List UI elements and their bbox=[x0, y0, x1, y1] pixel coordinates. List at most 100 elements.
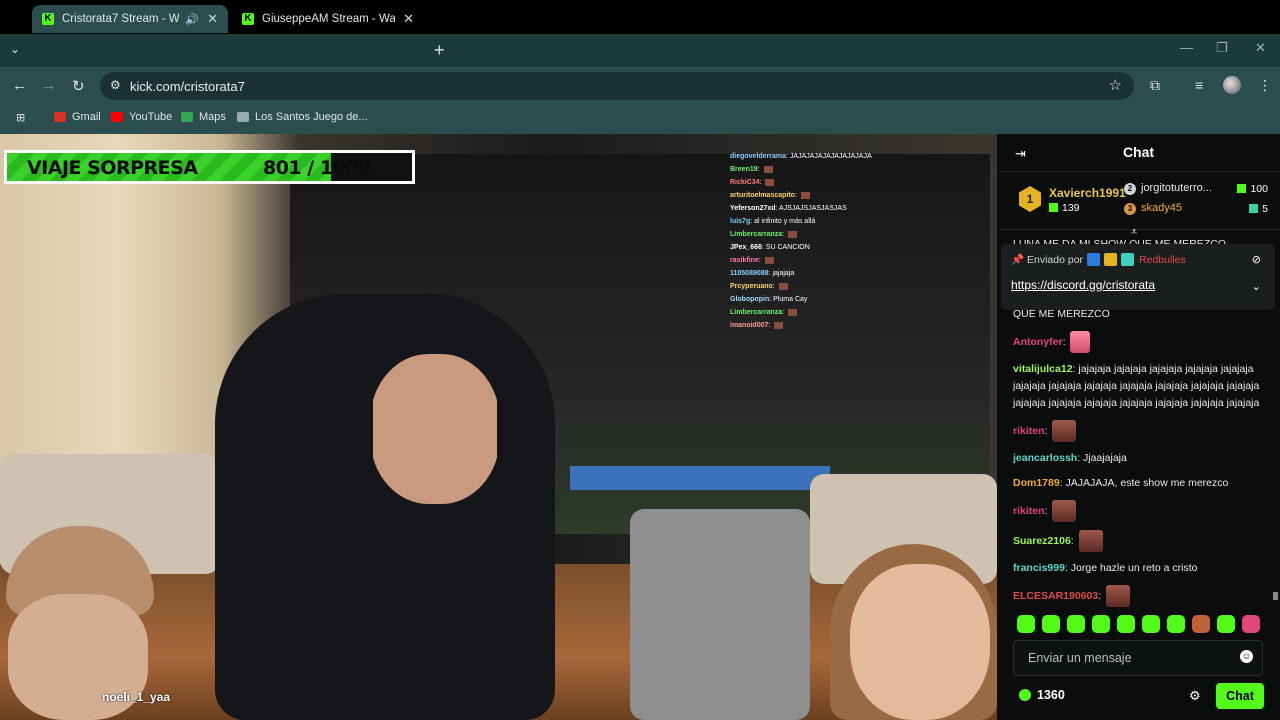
speaker-icon[interactable]: 🔊 bbox=[185, 13, 199, 26]
donation-goal-bar: VIAJE SORPRESA 801 / 1000 bbox=[4, 150, 415, 184]
chat-text: Jorge hazle un reto a cristo bbox=[1070, 562, 1198, 574]
quick-emote-icon[interactable] bbox=[1142, 615, 1160, 633]
site-info-icon[interactable]: ⚙ bbox=[110, 78, 121, 92]
quick-emote-icon[interactable] bbox=[1042, 615, 1060, 633]
chat-input-box[interactable]: ☺ bbox=[1013, 640, 1263, 676]
chat-separator: : bbox=[1070, 534, 1077, 547]
quick-emote-icon[interactable] bbox=[1092, 615, 1110, 633]
leaderboard-first-value: 139 bbox=[1049, 202, 1080, 214]
bookmark-los-santos[interactable]: Los Santos Juego de... bbox=[237, 111, 368, 123]
quick-emote-icon[interactable] bbox=[1067, 615, 1085, 633]
chat-username[interactable]: rikiten bbox=[1013, 505, 1045, 517]
emote-icon bbox=[788, 230, 798, 238]
chat-header: ⇥ Chat bbox=[997, 134, 1280, 172]
minimize-icon[interactable]: — bbox=[1180, 40, 1193, 55]
chat-username[interactable]: rikiten bbox=[1013, 425, 1045, 437]
tab-cristorata7[interactable]: K Cristorata7 Stream - Watch 🔊 ✕ bbox=[32, 5, 228, 33]
overlay-chat-text: jajajaja bbox=[772, 270, 795, 277]
tab-close-icon[interactable]: ✕ bbox=[403, 11, 414, 27]
chat-message: QUE ME MEREZCO bbox=[1013, 306, 1267, 323]
pinned-message[interactable]: 📌 Enviado por Redbulles ⊘ https://discor… bbox=[1001, 244, 1275, 310]
bookmarks-bar: ⊞ Gmail YouTube Maps Los Santos Juego de… bbox=[0, 105, 1280, 134]
chevron-down-icon[interactable]: ⌄ bbox=[1252, 280, 1261, 293]
quick-emote-icon[interactable] bbox=[1117, 615, 1135, 633]
tab-giuseppeam[interactable]: K GiuseppeAM Stream - Watch i ✕ bbox=[232, 5, 424, 33]
overlay-chat-user: diegovelderrama bbox=[730, 153, 787, 160]
extensions-icon[interactable]: ⧉ bbox=[1150, 77, 1160, 94]
overlay-chat-separator: : bbox=[759, 179, 764, 186]
chat-username[interactable]: vitalijulca12 bbox=[1013, 363, 1073, 375]
quick-emote-icon[interactable] bbox=[1017, 615, 1035, 633]
media-control-icon[interactable]: ≡ bbox=[1195, 77, 1203, 93]
chat-message: vitalijulca12: jajajaja jajajaja jajajaj… bbox=[1013, 361, 1267, 412]
leaderboard-third-name[interactable]: 3 skady45 bbox=[1124, 202, 1182, 215]
leaderboard-second-name[interactable]: 2 jorgitotuterro... bbox=[1124, 182, 1212, 195]
quick-emote-icon[interactable] bbox=[1167, 615, 1185, 633]
pinned-link[interactable]: https://discord.gg/cristorata bbox=[1011, 278, 1155, 292]
overlay-chat-user: 1105089088 bbox=[730, 270, 769, 277]
reload-icon[interactable]: ↻ bbox=[72, 77, 85, 95]
window-close-icon[interactable]: ✕ bbox=[1255, 40, 1266, 56]
emote-icon bbox=[774, 321, 784, 329]
gift-icon bbox=[1249, 204, 1259, 213]
bookmark-star-icon[interactable]: ☆ bbox=[1109, 76, 1122, 94]
overlay-chat-text: al infinito y más allá bbox=[754, 218, 816, 225]
channel-points[interactable]: 1360 bbox=[1019, 688, 1065, 702]
browser-menu-icon[interactable]: ⋮ bbox=[1258, 77, 1272, 94]
hide-pinned-icon[interactable]: ⊘ bbox=[1252, 253, 1261, 266]
overlay-chat-line: diegovelderrama: JAJAJAJAJAJAJAJAJAJA bbox=[730, 150, 930, 163]
chat-username[interactable]: ELCESAR190603 bbox=[1013, 590, 1098, 602]
back-icon[interactable]: ← bbox=[12, 77, 27, 94]
pin-icon: 📌 bbox=[1011, 254, 1025, 266]
chat-settings-icon[interactable]: ⚙ bbox=[1189, 688, 1201, 704]
emote-icon bbox=[778, 282, 788, 290]
chat-username[interactable]: Suarez2106 bbox=[1013, 535, 1071, 547]
chat-text: JAJAJAJA, este show me merezco bbox=[1065, 477, 1229, 489]
browser-toolbar: ← → ↻ ⚙ kick.com/cristorata7 ☆ ⧉ ≡ ⋮ bbox=[0, 67, 1280, 105]
send-chat-button[interactable]: Chat bbox=[1216, 683, 1264, 709]
emote-icon bbox=[1052, 420, 1077, 442]
chat-username[interactable]: Antonyfer bbox=[1013, 336, 1063, 348]
chat-text: QUE ME MEREZCO bbox=[1013, 308, 1110, 320]
emote-icon bbox=[765, 178, 775, 186]
emote-icon bbox=[764, 256, 774, 264]
chat-username[interactable]: Dom1789 bbox=[1013, 477, 1060, 489]
chat-username[interactable]: jeancarlossh bbox=[1013, 452, 1077, 464]
chat-text: Jjaajajaja bbox=[1083, 452, 1127, 464]
overlay-chat-user: luis7g bbox=[730, 218, 751, 225]
overlay-chat-user: Prcyperuano bbox=[730, 283, 773, 290]
stream-video-player[interactable]: VIAJE SORPRESA 801 / 1000 diegovelderram… bbox=[0, 134, 997, 720]
address-bar[interactable]: ⚙ kick.com/cristorata7 ☆ bbox=[100, 72, 1134, 100]
forward-icon[interactable]: → bbox=[41, 77, 56, 94]
tab-title: Cristorata7 Stream - Watch bbox=[62, 13, 180, 25]
chat-separator: : bbox=[1062, 335, 1069, 348]
bookmark-youtube[interactable]: YouTube bbox=[111, 111, 172, 123]
pinned-user[interactable]: Redbulles bbox=[1139, 254, 1186, 266]
overlay-chat-line: Breen19: bbox=[730, 163, 930, 176]
chat-separator: : bbox=[1098, 589, 1105, 602]
bookmark-maps[interactable]: Maps bbox=[181, 111, 226, 123]
quick-emote-icon[interactable] bbox=[1217, 615, 1235, 633]
tab-close-icon[interactable]: ✕ bbox=[207, 11, 218, 27]
chat-username[interactable]: francis999 bbox=[1013, 562, 1065, 574]
chat-scrollbar[interactable] bbox=[1273, 592, 1278, 600]
chat-message-input[interactable] bbox=[1014, 641, 1239, 675]
url-text[interactable]: kick.com/cristorata7 bbox=[130, 79, 245, 94]
leaderboard-first-name[interactable]: Xavierch1991 bbox=[1049, 186, 1126, 200]
overlay-chat-line: imanoid007: bbox=[730, 319, 930, 332]
quick-emote-icon[interactable] bbox=[1242, 615, 1260, 633]
emote-icon bbox=[1078, 530, 1103, 552]
quick-emote-icon[interactable] bbox=[1192, 615, 1210, 633]
pinned-header: 📌 Enviado por Redbulles bbox=[1011, 253, 1186, 266]
maximize-icon[interactable]: ❐ bbox=[1216, 40, 1228, 56]
emoji-picker-icon[interactable]: ☺ bbox=[1240, 650, 1253, 663]
badge-icon bbox=[1121, 253, 1135, 266]
bookmark-gmail[interactable]: Gmail bbox=[54, 111, 101, 123]
new-tab-icon[interactable]: + bbox=[434, 40, 445, 61]
overlay-chat-separator: : bbox=[768, 322, 773, 329]
profile-avatar[interactable] bbox=[1223, 76, 1241, 94]
apps-grid-icon[interactable]: ⊞ bbox=[16, 111, 25, 124]
emote-icon bbox=[1106, 585, 1131, 607]
tab-search-icon[interactable]: ⌄ bbox=[10, 42, 20, 56]
overlay-chat-line: Limbercarranza: bbox=[730, 306, 930, 319]
